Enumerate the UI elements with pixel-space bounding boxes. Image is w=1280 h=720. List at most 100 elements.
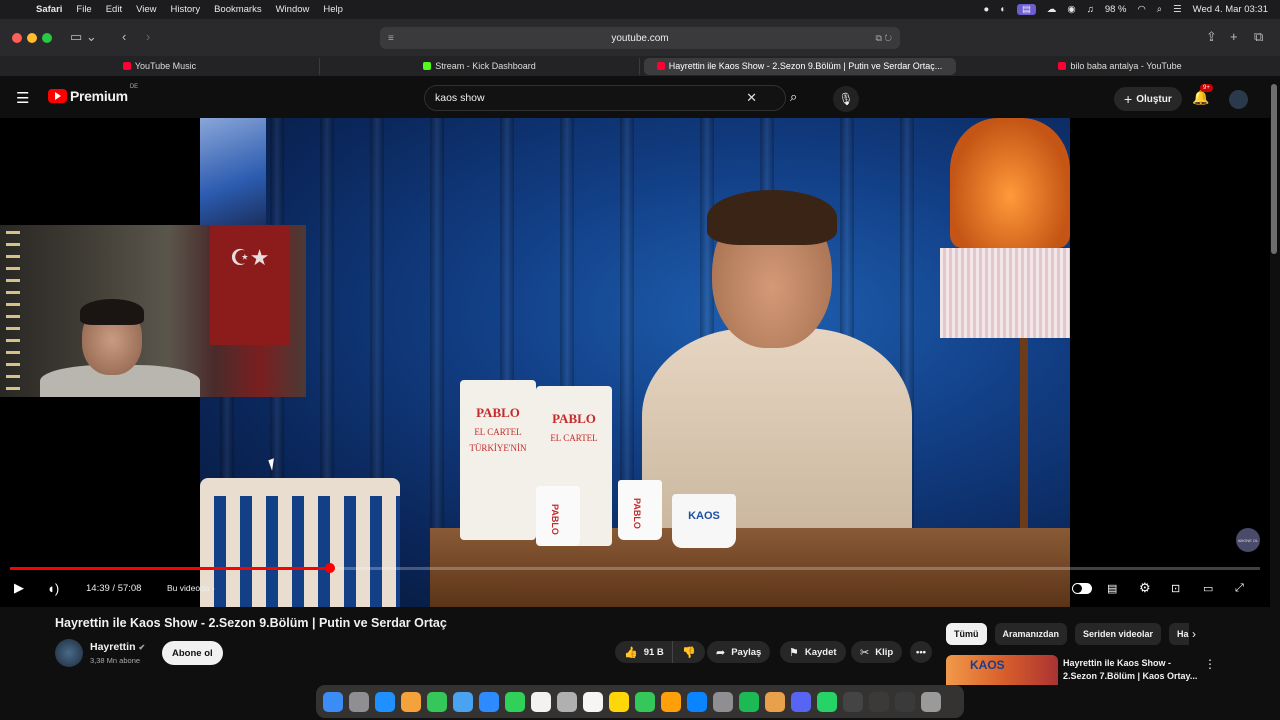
launchpad-icon[interactable]: [349, 691, 369, 712]
page-scrollbar[interactable]: [1271, 84, 1277, 254]
minimize-window-button[interactable]: [27, 33, 37, 43]
chip-series[interactable]: Seriden videolar: [1075, 623, 1162, 645]
channel-avatar[interactable]: [55, 639, 83, 667]
subscribe-button[interactable]: Abone ol: [162, 641, 223, 665]
address-bar[interactable]: ≡ youtube.com ⧉ ↻: [380, 27, 900, 49]
video-player[interactable]: PABLO EL CARTEL TÜRKİYE'NİN PABLO EL CAR…: [0, 118, 1270, 607]
clip-button[interactable]: ✂ Klip: [851, 641, 903, 663]
record-icon[interactable]: ●: [983, 4, 989, 15]
spotify-icon[interactable]: [739, 691, 759, 712]
dislike-button[interactable]: 👎: [672, 641, 705, 663]
back-icon[interactable]: ‹: [122, 29, 126, 44]
channel-name-row[interactable]: Hayrettin ✔: [90, 641, 145, 653]
calendar-icon[interactable]: [531, 691, 551, 712]
reload-icon[interactable]: ⧉ ↻: [875, 33, 892, 44]
page-menu-icon[interactable]: ≡: [388, 33, 394, 44]
share-button[interactable]: ➦ Paylaş: [707, 641, 771, 663]
numbers-icon[interactable]: [635, 691, 655, 712]
pages-icon[interactable]: [661, 691, 681, 712]
trash-icon[interactable]: [921, 691, 941, 712]
chip-partial[interactable]: Ha: [1169, 623, 1189, 645]
fullscreen-icon[interactable]: ⤢: [1235, 582, 1244, 595]
chip-from-search[interactable]: Aramanızdan: [994, 623, 1068, 645]
spotlight-icon[interactable]: ⌕: [1157, 4, 1162, 15]
volume-icon[interactable]: ◖): [47, 581, 59, 596]
share-icon[interactable]: ⇪: [1206, 29, 1217, 45]
play-circle-icon[interactable]: ◉: [1067, 4, 1075, 15]
recommended-title[interactable]: Hayrettin ile Kaos Show - 2.Sezon 7.Bölü…: [1063, 657, 1203, 683]
contacts-icon[interactable]: [557, 691, 577, 712]
tab-kick-dashboard[interactable]: Stream - Kick Dashboard: [320, 57, 640, 75]
youtube-premium-logo[interactable]: Premium DE: [48, 84, 138, 104]
notes-icon[interactable]: [609, 691, 629, 712]
app-store-icon[interactable]: [687, 691, 707, 712]
sidebar-toggle-icon[interactable]: ▭ ⌄: [70, 29, 97, 45]
tab-bilo-baba[interactable]: bilo baba antalya - YouTube: [960, 58, 1280, 75]
create-button[interactable]: + Oluştur: [1114, 87, 1182, 111]
clock-label[interactable]: Wed 4. Mar 03:31: [1193, 4, 1268, 15]
video-frame[interactable]: PABLO EL CARTEL TÜRKİYE'NİN PABLO EL CAR…: [200, 118, 1070, 607]
subtitles-icon[interactable]: ▤: [1107, 582, 1117, 595]
safari-icon[interactable]: [375, 691, 395, 712]
finder-icon[interactable]: [323, 691, 343, 712]
zoom-window-button[interactable]: [42, 33, 52, 43]
save-button[interactable]: ⚑ Kaydet: [780, 641, 846, 663]
settings-gear-icon[interactable]: ⚙: [1139, 580, 1151, 596]
messages-icon[interactable]: [427, 691, 447, 712]
obs-icon[interactable]: [843, 691, 863, 712]
chapter-button[interactable]: Bu videoda ›: [167, 583, 215, 593]
tab-kaos-show[interactable]: Hayrettin ile Kaos Show - 2.Sezon 9.Bölü…: [644, 57, 956, 75]
more-vert-icon[interactable]: ⋮: [1204, 657, 1216, 671]
menu-window[interactable]: Window: [276, 4, 310, 15]
control-center-icon[interactable]: ☰: [1173, 4, 1182, 15]
reminders-icon[interactable]: [583, 691, 603, 712]
menu-edit[interactable]: Edit: [106, 4, 122, 15]
progress-bar[interactable]: [10, 563, 1260, 573]
window-thumb-icon[interactable]: [869, 691, 889, 712]
menu-history[interactable]: History: [171, 4, 201, 15]
window-thumb-icon[interactable]: [895, 691, 915, 712]
channel-watermark[interactable]: ABONE OL: [1236, 528, 1260, 552]
whatsapp-icon[interactable]: [817, 691, 837, 712]
system-settings-icon[interactable]: [713, 691, 733, 712]
battery-label[interactable]: 98 %: [1105, 4, 1127, 15]
menu-bookmarks[interactable]: Bookmarks: [214, 4, 262, 15]
search-box[interactable]: kaos show ✕: [424, 85, 786, 111]
recommended-thumbnail[interactable]: KAOS: [946, 655, 1058, 685]
account-avatar[interactable]: [1229, 90, 1248, 109]
address-text[interactable]: youtube.com: [611, 33, 668, 44]
headphones-icon[interactable]: ♫: [1087, 4, 1094, 15]
clear-search-icon[interactable]: ✕: [746, 90, 757, 106]
app-icon[interactable]: [765, 691, 785, 712]
search-icon[interactable]: ⌕: [790, 89, 797, 105]
airplay-icon[interactable]: ▭: [1203, 582, 1213, 595]
discord-icon[interactable]: [791, 691, 811, 712]
search-input[interactable]: kaos show: [435, 92, 746, 104]
menu-app-name[interactable]: Safari: [36, 4, 62, 15]
close-window-button[interactable]: [12, 33, 22, 43]
photos-icon[interactable]: [401, 691, 421, 712]
mail-icon[interactable]: [453, 691, 473, 712]
maps-icon[interactable]: [479, 691, 499, 712]
hamburger-menu-icon[interactable]: ☰: [16, 89, 29, 107]
screen-share-icon[interactable]: ◐: [1000, 4, 1006, 15]
stage-manager-icon[interactable]: ▤: [1016, 4, 1036, 15]
chip-all[interactable]: Tümü: [946, 623, 987, 645]
facetime-icon[interactable]: [505, 691, 525, 712]
progress-scrubber[interactable]: [325, 563, 335, 573]
wifi-icon[interactable]: ◠: [1138, 4, 1146, 15]
miniplayer-icon[interactable]: ⊡: [1171, 582, 1180, 595]
play-icon[interactable]: ▶: [14, 580, 24, 596]
chevron-right-icon[interactable]: ›: [1192, 627, 1196, 641]
tab-youtube-music[interactable]: YouTube Music: [0, 57, 320, 75]
autoplay-toggle[interactable]: [1072, 582, 1092, 594]
notifications-bell-icon[interactable]: 🔔 9+: [1192, 84, 1213, 106]
channel-name[interactable]: Hayrettin: [90, 641, 136, 653]
cloud-icon[interactable]: ☁: [1047, 4, 1057, 15]
like-button[interactable]: 👍 91 B: [615, 641, 673, 663]
forward-icon[interactable]: ›: [146, 29, 150, 44]
tab-overview-icon[interactable]: ⧉: [1254, 29, 1263, 45]
menu-view[interactable]: View: [136, 4, 156, 15]
new-tab-icon[interactable]: +: [1230, 29, 1238, 44]
more-actions-button[interactable]: •••: [910, 641, 932, 663]
